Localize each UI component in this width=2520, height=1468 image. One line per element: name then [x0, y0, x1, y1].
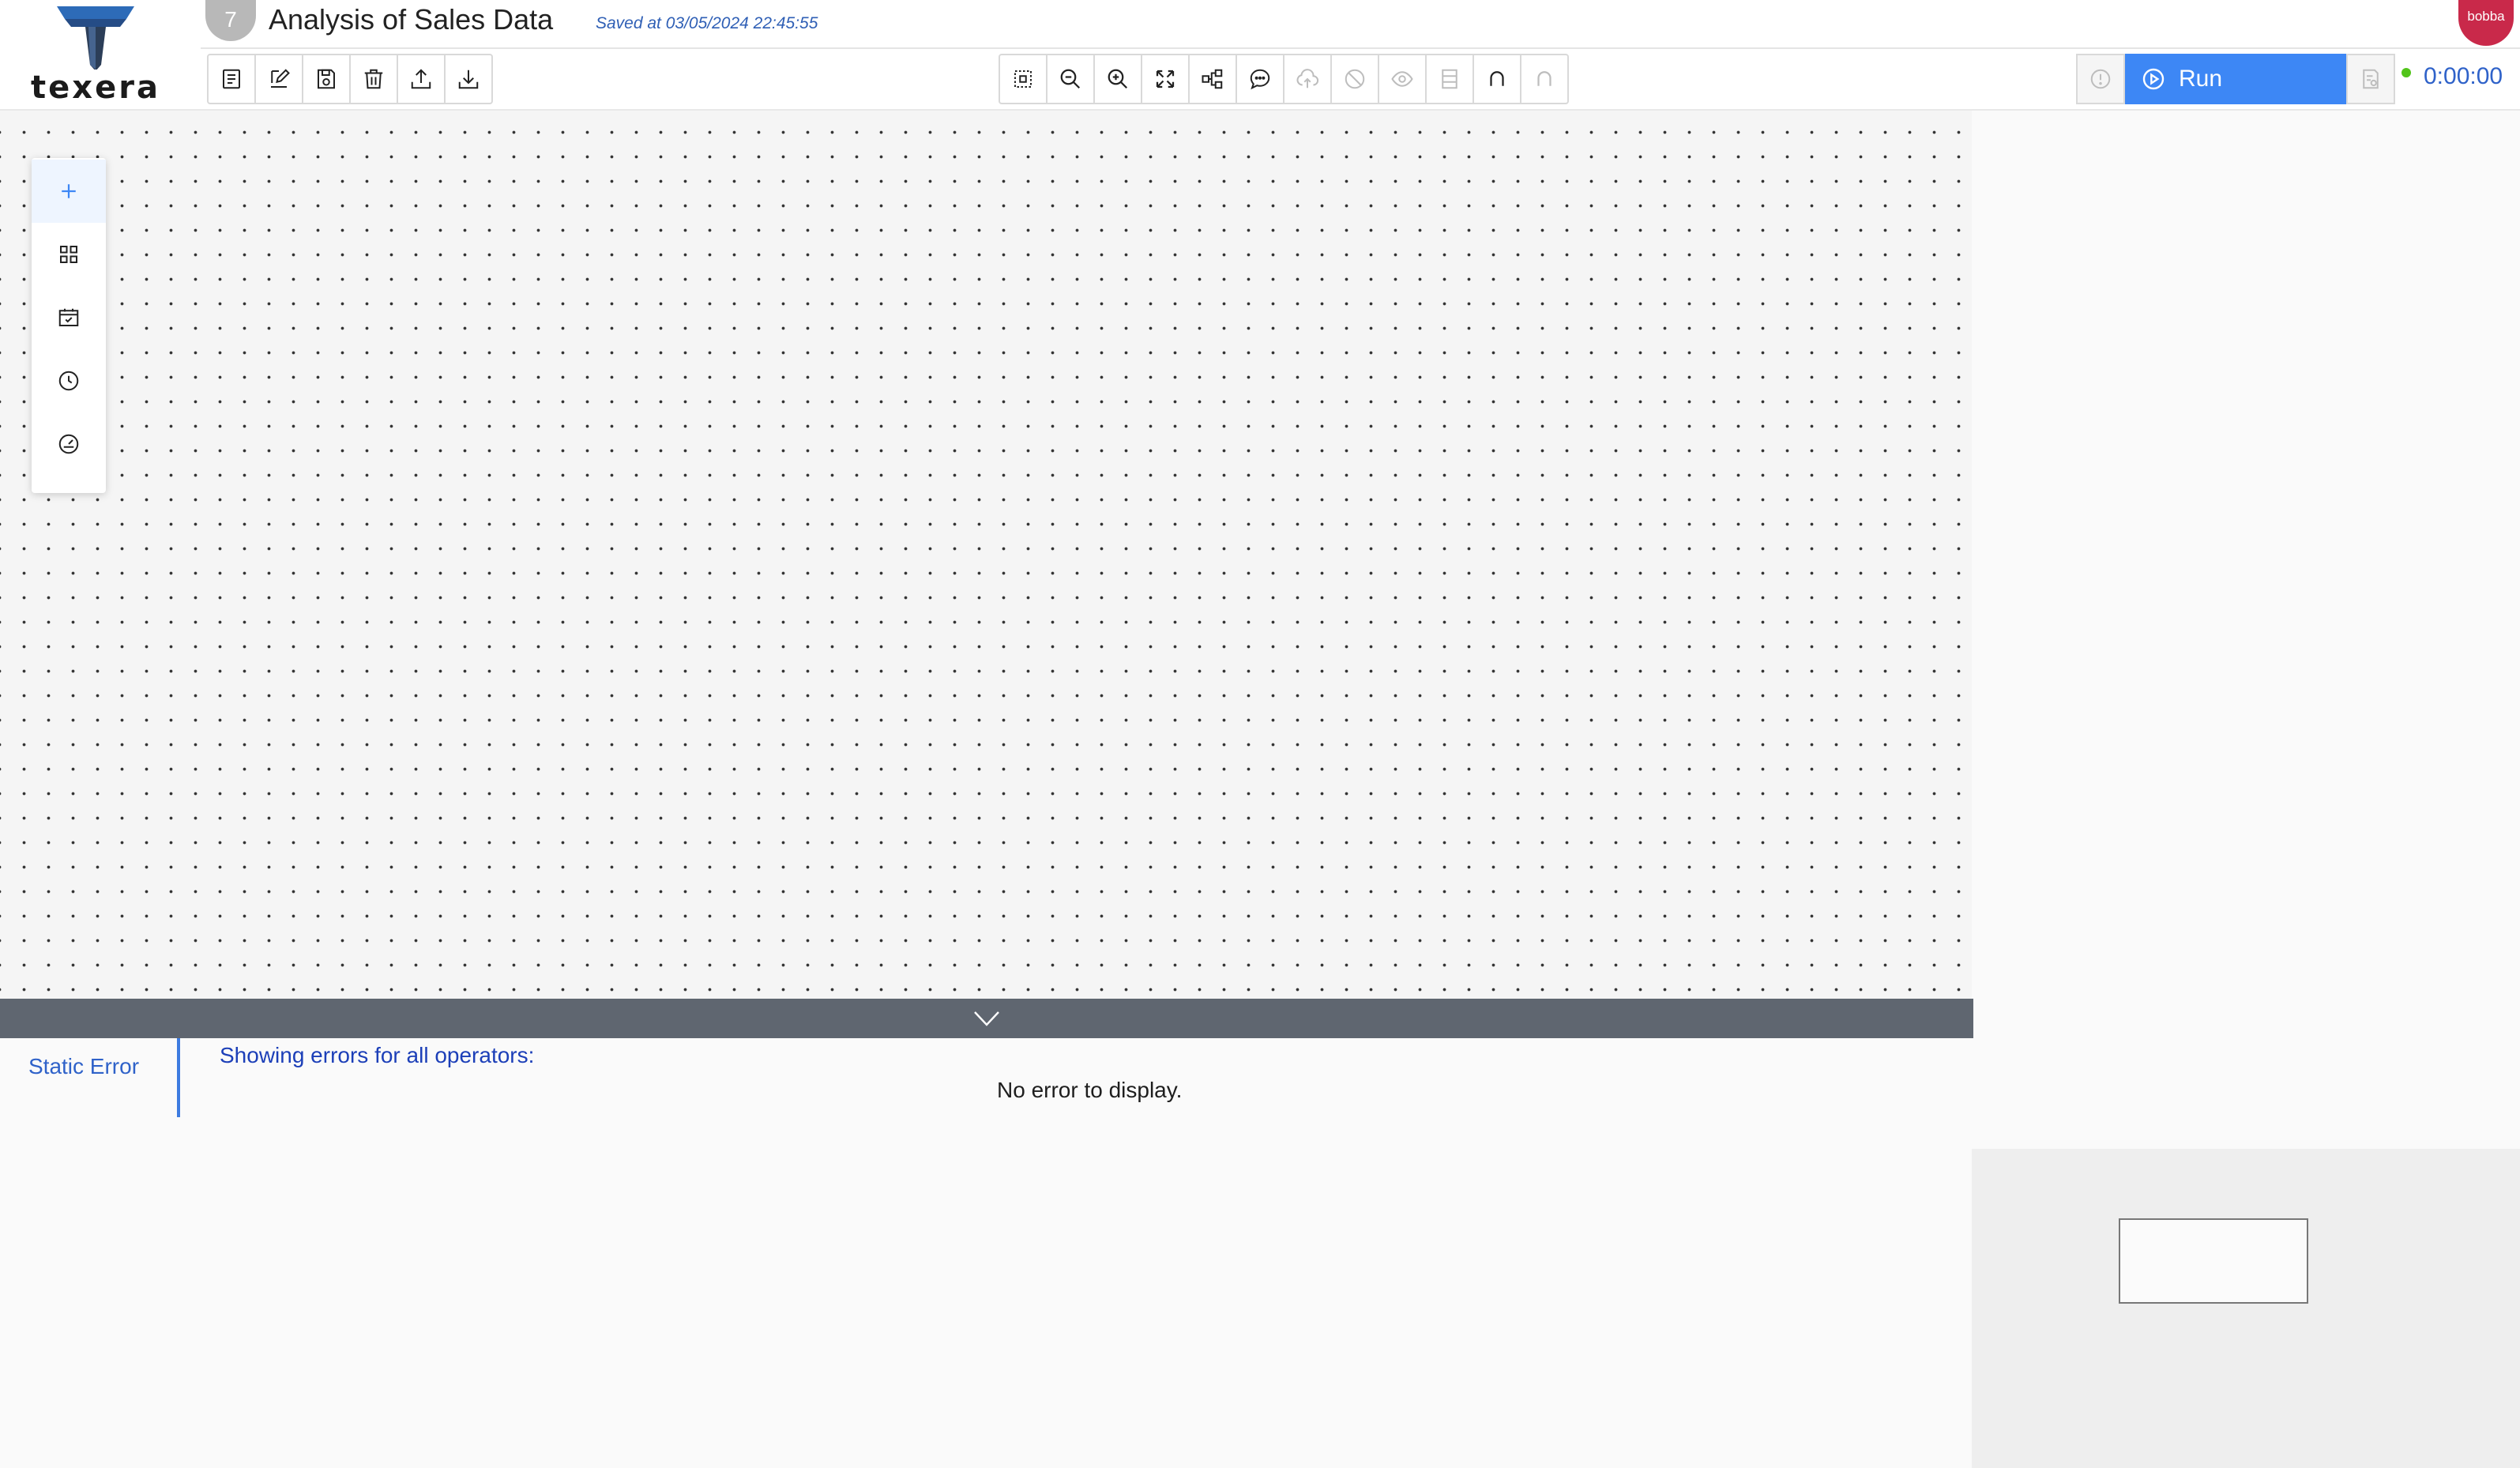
fit-to-screen-icon	[1014, 70, 1032, 88]
redo-icon	[1537, 71, 1551, 86]
add-operator-icon	[62, 184, 76, 198]
workflow-canvas[interactable]	[0, 111, 1972, 999]
expand-icon	[1156, 70, 1175, 88]
status-indicator	[2402, 68, 2411, 77]
download-icon	[458, 70, 479, 89]
canvas-toolbar	[999, 54, 1569, 104]
cache-button[interactable]	[1425, 54, 1474, 104]
upload-button[interactable]	[397, 54, 446, 104]
zoom-in-button[interactable]	[1093, 54, 1142, 104]
view-result-icon	[1391, 71, 1413, 87]
upload-icon	[411, 69, 431, 89]
operator-list-button[interactable]	[207, 54, 256, 104]
grid-tab[interactable]	[32, 223, 106, 286]
info-icon	[2090, 69, 2111, 89]
execution-timer: 0:00:00	[2424, 63, 2503, 89]
cache-icon	[1442, 69, 1457, 89]
header-divider	[201, 47, 2520, 49]
add-operator-tab[interactable]	[32, 160, 106, 223]
info-button[interactable]	[2076, 54, 2125, 104]
auto-layout-button[interactable]	[1188, 54, 1237, 104]
tab-active-indicator	[177, 1038, 180, 1117]
calendar-icon	[58, 308, 79, 326]
zoom-out-button[interactable]	[1046, 54, 1095, 104]
comment-button[interactable]	[1236, 54, 1284, 104]
download-button[interactable]	[444, 54, 493, 104]
minimap[interactable]	[1972, 1149, 2520, 1468]
redo-button[interactable]	[1520, 54, 1569, 104]
report-button[interactable]	[2346, 54, 2395, 104]
operator-list-icon	[223, 69, 240, 89]
undo-icon	[1490, 71, 1504, 86]
history-icon	[58, 371, 79, 391]
logo-text: texera	[31, 70, 160, 106]
auto-layout-icon	[1202, 69, 1223, 89]
texera-workspace: texera 7 Analysis of Sales Data Saved at…	[0, 0, 2520, 1468]
comment-icon	[1250, 69, 1270, 90]
expand-button[interactable]	[1141, 54, 1190, 104]
run-label: Run	[2179, 66, 2223, 92]
disable-operator-button[interactable]	[1330, 54, 1379, 104]
history-tab[interactable]	[32, 349, 106, 412]
zoom-in-icon	[1108, 69, 1128, 89]
fit-to-screen-button[interactable]	[999, 54, 1047, 104]
view-result-button[interactable]	[1378, 54, 1427, 104]
run-controls: Run	[2076, 54, 2395, 104]
error-header-text: Showing errors for all operators:	[220, 1043, 535, 1067]
workflow-title[interactable]: Analysis of Sales Data	[269, 3, 553, 36]
empty-error-message: No error to display.	[997, 1078, 1183, 1102]
play-circle-icon	[2142, 68, 2165, 90]
save-icon	[318, 69, 335, 89]
result-panel-collapse-bar[interactable]	[0, 999, 1973, 1038]
dashboard-icon	[58, 434, 79, 454]
undo-button[interactable]	[1473, 54, 1521, 104]
saved-status: Saved at 03/05/2024 22:45:55	[596, 14, 818, 32]
header: texera 7 Analysis of Sales Data Saved at…	[0, 0, 2520, 111]
cloud-upload-button[interactable]	[1283, 54, 1332, 104]
edit-icon	[271, 69, 290, 88]
report-icon	[2363, 69, 2379, 89]
save-button[interactable]	[302, 54, 351, 104]
edit-button[interactable]	[254, 54, 303, 104]
run-button[interactable]: Run	[2125, 54, 2346, 104]
left-side-panel	[32, 158, 106, 493]
texera-logo-icon	[57, 6, 134, 70]
result-panel	[0, 1038, 1972, 1468]
delete-button[interactable]	[349, 54, 398, 104]
calendar-tab[interactable]	[32, 286, 106, 349]
tab-static-error[interactable]: Static Error	[28, 1054, 139, 1079]
disable-operator-icon	[1345, 69, 1365, 89]
workflow-id-badge: 7	[205, 0, 256, 41]
grid-icon	[60, 246, 77, 263]
property-panel	[1972, 111, 2520, 1149]
minimap-viewport[interactable]	[2119, 1218, 2308, 1304]
user-avatar[interactable]: bobba	[2458, 0, 2514, 46]
chevron-down-icon	[974, 1011, 999, 1026]
zoom-out-icon	[1060, 69, 1081, 89]
dashboard-tab[interactable]	[32, 412, 106, 476]
texera-logo[interactable]: texera	[28, 3, 163, 106]
delete-icon	[364, 69, 383, 89]
workflow-toolbar-left	[207, 54, 493, 104]
cloud-upload-icon	[1296, 69, 1319, 88]
